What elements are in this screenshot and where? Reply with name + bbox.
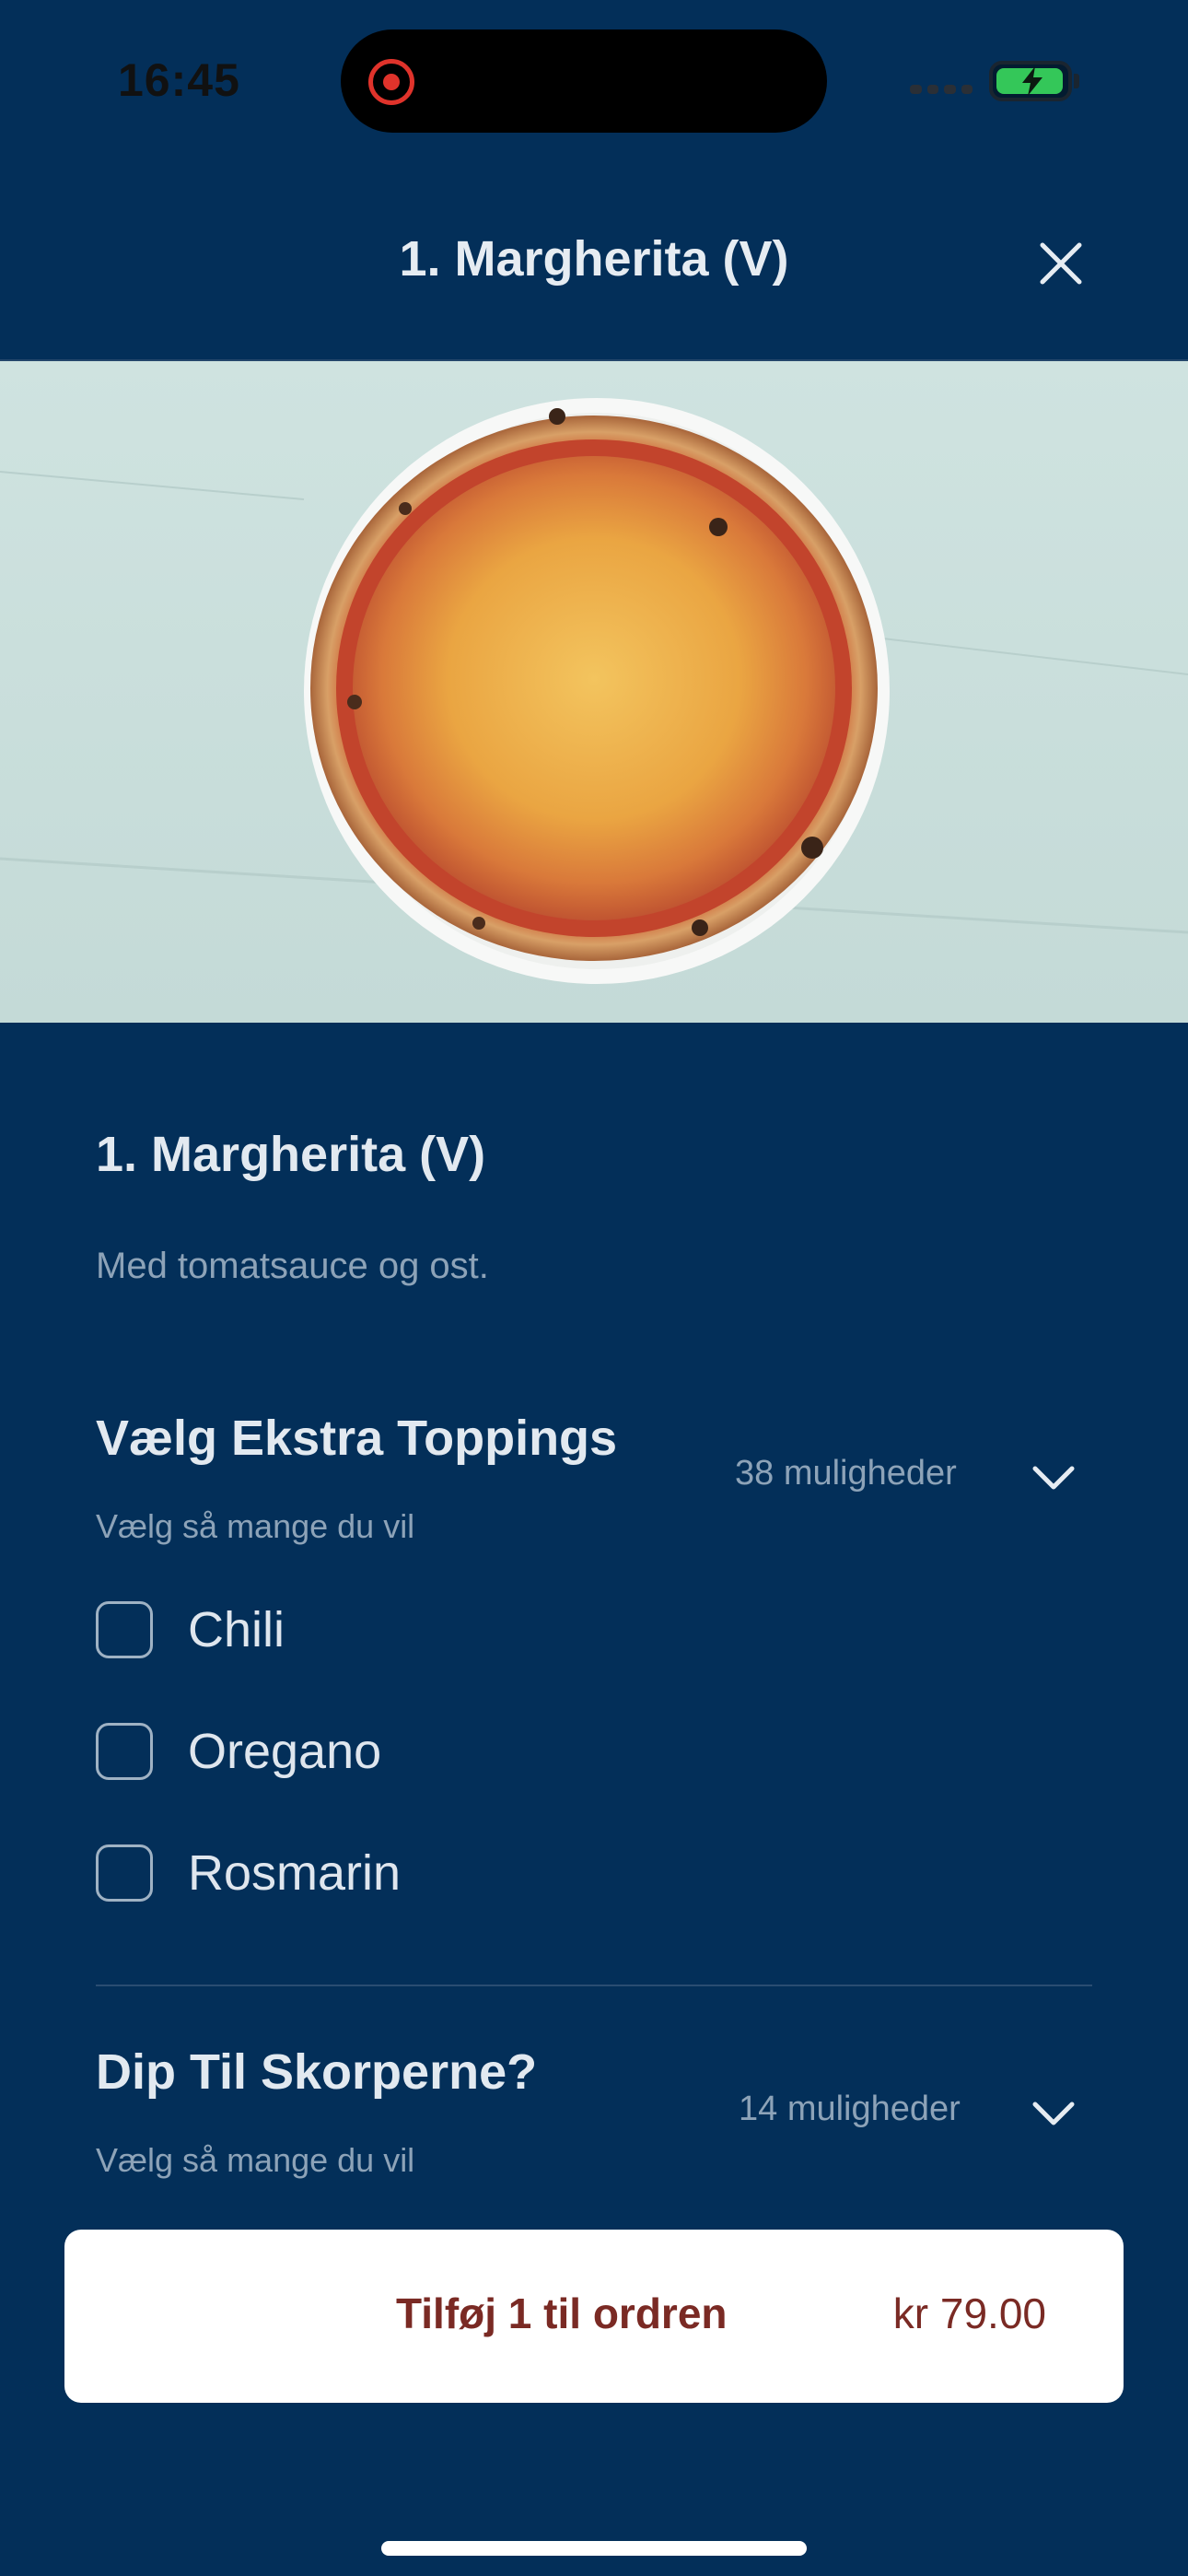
dip-group-count: 14 muligheder: [739, 2090, 961, 2128]
header-title: 1. Margherita (V): [399, 231, 789, 287]
checkbox[interactable]: [96, 1723, 153, 1780]
toppings-group-title[interactable]: Vælg Ekstra Toppings: [96, 1410, 617, 1467]
add-to-order-button[interactable]: Tilføj 1 til ordren kr 79.00: [64, 2230, 1124, 2403]
item-description: Med tomatsauce og ost.: [96, 1246, 489, 1286]
battery-cap: [1074, 74, 1079, 88]
screen-recording-icon: [368, 59, 414, 105]
dip-group-title[interactable]: Dip Til Skorperne?: [96, 2043, 537, 2101]
item-title: 1. Margherita (V): [96, 1127, 486, 1182]
toppings-group-count: 38 muligheder: [735, 1454, 957, 1493]
charging-bolt-icon: [1022, 66, 1042, 96]
dynamic-island: [341, 29, 827, 133]
option-label: Oregano: [188, 1724, 382, 1779]
checkbox[interactable]: [96, 1844, 153, 1902]
battery-charging-icon: [989, 61, 1072, 101]
margherita-pizza-photo: [0, 361, 1188, 1023]
toppings-group-subtitle: Vælg så mange du vil: [96, 1507, 415, 1545]
product-detail-screen: 16:45 1. Margherita (V) 1. Margherita (V…: [0, 0, 1188, 2576]
option-chili[interactable]: Chili: [96, 1601, 285, 1658]
dip-group-subtitle: Vælg så mange du vil: [96, 2141, 415, 2179]
group-divider: [96, 1985, 1092, 1986]
checkbox[interactable]: [96, 1601, 153, 1658]
home-indicator[interactable]: [381, 2541, 807, 2556]
status-time: 16:45: [118, 54, 240, 106]
option-rosmarin[interactable]: Rosmarin: [96, 1844, 401, 1902]
cellular-signal-icon: [910, 85, 973, 94]
order-price: kr 79.00: [892, 2289, 1046, 2337]
option-oregano[interactable]: Oregano: [96, 1723, 381, 1780]
chevron-down-icon[interactable]: [1030, 2090, 1077, 2137]
add-to-order-label: Tilføj 1 til ordren: [396, 2289, 728, 2337]
close-icon[interactable]: [1033, 236, 1089, 291]
option-label: Chili: [188, 1602, 285, 1657]
chevron-down-icon[interactable]: [1030, 1454, 1077, 1502]
option-label: Rosmarin: [188, 1845, 402, 1901]
